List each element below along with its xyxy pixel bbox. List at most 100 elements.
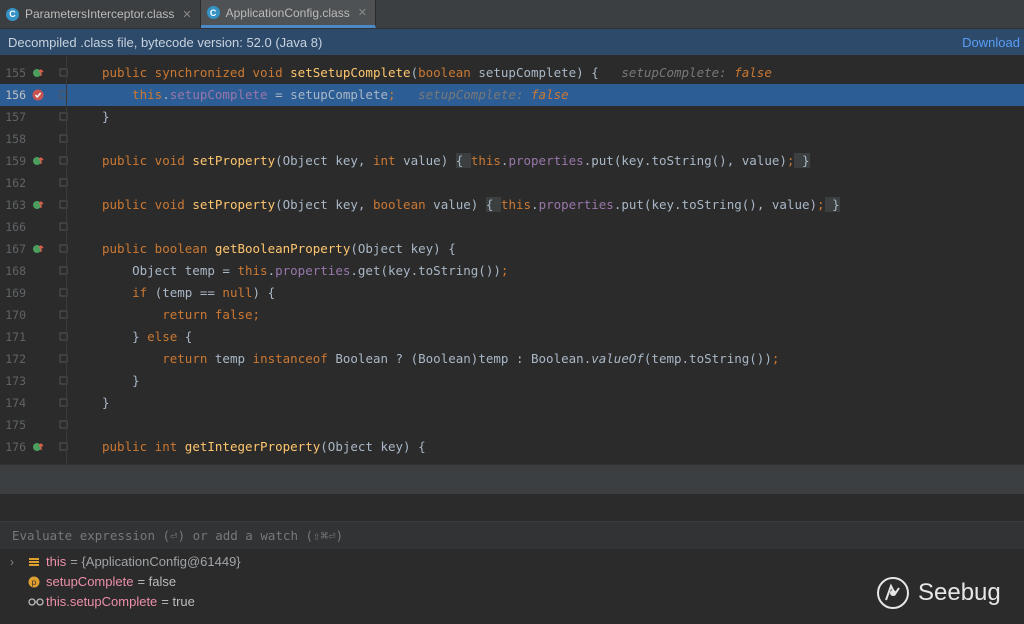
seebug-logo-icon <box>877 577 909 609</box>
code-text: } <box>102 106 110 128</box>
override-icon[interactable] <box>32 243 44 255</box>
line-number: 156 <box>5 88 26 102</box>
field-icon: p <box>28 576 40 588</box>
close-icon[interactable]: ✕ <box>182 8 191 21</box>
code-token: { <box>184 329 193 344</box>
line-number: 159 <box>5 154 26 168</box>
code-token: . <box>267 263 276 278</box>
tab-label: ParametersInterceptor.class <box>25 7 175 21</box>
code-token: public boolean <box>102 241 215 256</box>
code-token: public void <box>102 197 193 212</box>
class-file-icon: C <box>6 7 19 21</box>
code-token: } <box>102 373 140 388</box>
code-line[interactable]: 162 <box>0 172 1024 194</box>
code-line[interactable]: 170 return false; <box>0 304 1024 326</box>
breakpoint-icon[interactable] <box>32 89 44 101</box>
expand-arrow-icon[interactable]: › <box>10 552 28 572</box>
line-number: 176 <box>5 440 26 454</box>
code-text: return false; <box>102 304 260 326</box>
code-token: (Object key, <box>275 197 373 212</box>
code-line[interactable]: 173 } <box>0 370 1024 392</box>
code-line[interactable]: 159 public void setProperty(Object key, i… <box>0 150 1024 172</box>
code-token: { <box>455 153 471 168</box>
code-text: public int getIntegerProperty(Object key… <box>102 436 426 458</box>
variable-row[interactable]: › this = {ApplicationConfig@61449} <box>10 552 241 572</box>
code-token: value) <box>433 197 486 212</box>
line-number: 171 <box>5 330 26 344</box>
code-token: .put(key.toString(), value) <box>613 197 818 212</box>
decompiled-banner: Decompiled .class file, bytecode version… <box>0 29 1024 55</box>
code-token: } <box>824 197 840 212</box>
code-line[interactable]: 174} <box>0 392 1024 414</box>
code-line[interactable]: 176 public int getIntegerProperty(Object … <box>0 436 1024 458</box>
code-token: setProperty <box>192 153 276 168</box>
code-token: (Object key, <box>275 153 373 168</box>
code-token: } <box>102 329 148 344</box>
line-number: 168 <box>5 264 26 278</box>
code-line[interactable]: 168 Object temp = this.properties.get(ke… <box>0 260 1024 282</box>
evaluate-expression-input[interactable]: Evaluate expression (⏎) or add a watch (… <box>0 521 1024 549</box>
code-line[interactable]: 175 <box>0 414 1024 436</box>
close-icon[interactable]: ✕ <box>358 6 367 19</box>
code-token: ; <box>388 87 396 102</box>
code-token: instanceof <box>252 351 336 366</box>
code-token: return <box>162 351 215 366</box>
variable-icon <box>28 596 46 608</box>
editor-tab[interactable]: C ApplicationConfig.class ✕ <box>200 0 376 28</box>
code-editor[interactable]: 155 public synchronized void setSetupComp… <box>0 56 1024 464</box>
code-line[interactable]: 155 public synchronized void setSetupComp… <box>0 62 1024 84</box>
code-line[interactable]: 157} <box>0 106 1024 128</box>
override-icon[interactable] <box>32 67 44 79</box>
line-number: 155 <box>5 66 26 80</box>
variable-row[interactable]: this.setupComplete = true <box>10 592 195 612</box>
code-token: Object temp = <box>102 263 238 278</box>
variable-row[interactable]: p setupComplete = false <box>10 572 176 592</box>
debug-panel-header <box>0 464 1024 495</box>
code-token: . <box>531 197 539 212</box>
code-token: } <box>794 153 810 168</box>
code-line[interactable]: 171 } else { <box>0 326 1024 348</box>
object-icon <box>29 558 39 566</box>
editor-tab[interactable]: C ParametersInterceptor.class ✕ <box>0 0 201 28</box>
override-icon[interactable] <box>32 155 44 167</box>
code-token: this <box>237 263 268 278</box>
watch-icon <box>28 598 44 606</box>
code-line[interactable]: 167 public boolean getBooleanProperty(Obj… <box>0 238 1024 260</box>
code-line[interactable]: 169 if (temp == null) { <box>0 282 1024 304</box>
code-text: public synchronized void setSetupComplet… <box>102 62 772 84</box>
code-token: int <box>372 153 404 168</box>
line-number: 169 <box>5 286 26 300</box>
code-token: } <box>102 109 110 124</box>
code-line[interactable]: 163 public void setProperty(Object key, b… <box>0 194 1024 216</box>
code-token: boolean <box>372 197 434 212</box>
line-number: 170 <box>5 308 26 322</box>
code-text: if (temp == null) { <box>102 282 275 304</box>
svg-text:p: p <box>32 578 37 587</box>
variable-icon <box>28 556 46 568</box>
code-token: getIntegerProperty <box>184 439 321 454</box>
code-line[interactable]: 166 <box>0 216 1024 238</box>
code-token: (Object key) { <box>320 439 426 454</box>
code-line[interactable]: 158 <box>0 128 1024 150</box>
line-number: 175 <box>5 418 26 432</box>
override-icon[interactable] <box>32 441 44 453</box>
code-token: .get(key.toString()) <box>350 263 501 278</box>
code-line[interactable]: 172 return temp instanceof Boolean ? (Bo… <box>0 348 1024 370</box>
code-token: value) <box>403 153 456 168</box>
code-token: this <box>132 87 163 102</box>
line-number: 157 <box>5 110 26 124</box>
code-token: properties <box>538 197 614 212</box>
code-token: if <box>132 285 155 300</box>
line-number: 162 <box>5 176 26 190</box>
code-token: setupComplete <box>169 87 268 102</box>
seebug-logo-text: Seebug <box>918 579 1001 606</box>
variable-value: = {ApplicationConfig@61449} <box>70 554 241 569</box>
override-icon[interactable] <box>32 199 44 211</box>
code-token: this <box>470 153 501 168</box>
code-token: this <box>500 197 532 212</box>
code-line[interactable]: 156 this.setupComplete = setupComplete; … <box>0 84 1024 106</box>
code-token: setProperty <box>192 197 276 212</box>
download-link[interactable]: Download <box>962 35 1020 50</box>
